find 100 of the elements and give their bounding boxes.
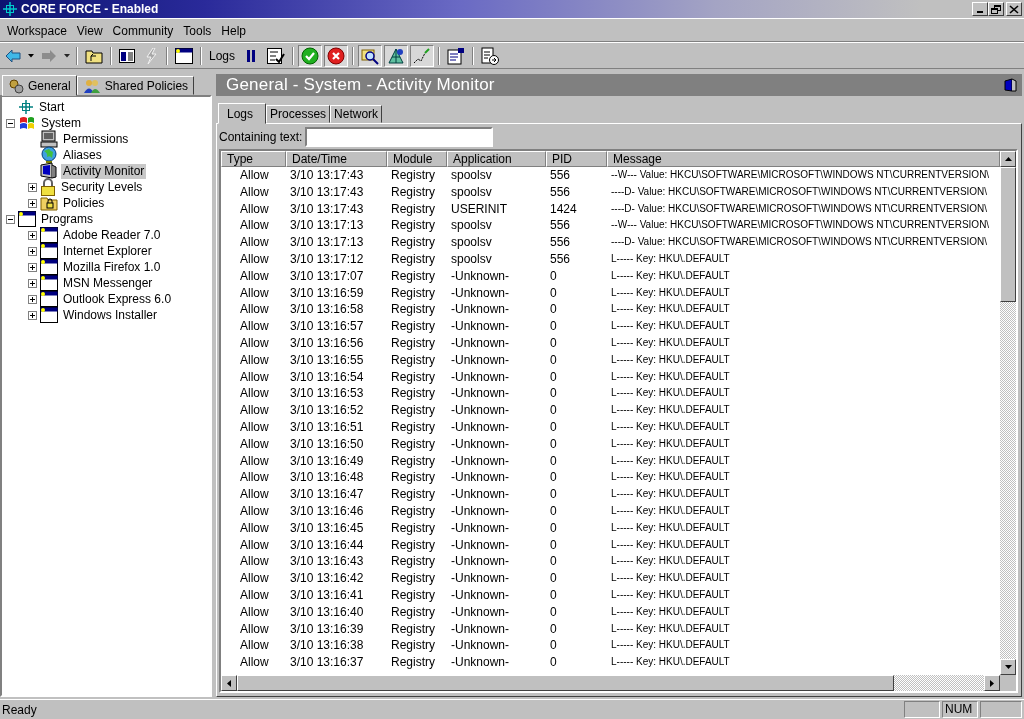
tree-item[interactable]: Activity Monitor — [61, 163, 147, 179]
column-header[interactable]: PID — [546, 151, 607, 167]
tree-item[interactable]: Mozilla Firefox 1.0 — [61, 259, 163, 275]
table-cell-text: Allow — [239, 351, 270, 369]
table-cell-text: 0 — [549, 603, 558, 621]
plus-icon — [29, 295, 36, 303]
scroll-left-button[interactable] — [221, 675, 237, 691]
check-icon — [301, 46, 320, 65]
window-icon — [18, 211, 36, 227]
menu-item[interactable]: Tools — [178, 24, 217, 38]
collapse-toggle[interactable] — [6, 214, 15, 224]
table-cell-text: Registry — [390, 318, 436, 335]
expand-toggle[interactable] — [28, 246, 37, 256]
column-header[interactable]: Date/Time — [286, 151, 387, 167]
table-cell-text: 3/10 13:17:13 — [289, 234, 365, 251]
sidebar-tab[interactable]: Shared Policies — [76, 76, 195, 95]
table-cell-text: L----- Key: HKU\.DEFAULT — [610, 520, 731, 535]
window-title: CORE FORCE - Enabled — [21, 2, 160, 16]
table-cell-text: Allow — [239, 234, 270, 251]
table-cell-text: Registry — [390, 620, 436, 638]
globe-icon — [40, 146, 58, 164]
table-cell-text: Registry — [390, 301, 436, 319]
sidebar-tab[interactable]: General — [2, 75, 77, 96]
menu-item[interactable]: View — [71, 24, 108, 38]
table-cell-text: 3/10 13:17:43 — [289, 167, 365, 184]
column-header[interactable]: Type — [221, 151, 286, 167]
expand-toggle[interactable] — [28, 278, 37, 288]
column-header[interactable]: Application — [447, 151, 546, 167]
expand-toggle[interactable] — [28, 182, 37, 192]
scroll-thumb[interactable] — [1000, 167, 1016, 302]
table-cell-text: Registry — [390, 570, 436, 587]
scroll-right-button[interactable] — [984, 675, 1000, 691]
tree-item[interactable]: Aliases — [61, 147, 104, 163]
table-cell-text: -Unknown- — [450, 536, 511, 554]
table-cell-text: Allow — [239, 217, 270, 235]
pause-icon — [246, 48, 257, 63]
network-button[interactable] — [384, 44, 409, 67]
tree-item[interactable]: System — [39, 115, 83, 131]
tree-item[interactable]: Security Levels — [59, 179, 145, 195]
menu-item[interactable]: Workspace — [2, 24, 72, 38]
restore-button[interactable] — [988, 2, 1004, 16]
table-cell-text: 3/10 13:16:46 — [289, 502, 365, 520]
tab[interactable]: Network — [330, 105, 383, 123]
down-arrow-icon — [1004, 665, 1012, 669]
tab[interactable]: Logs — [218, 103, 267, 124]
tree-item[interactable]: Programs — [39, 211, 95, 227]
table-cell-text: 556 — [549, 217, 572, 235]
table-cell-text: Allow — [239, 519, 270, 537]
column-header[interactable]: Message — [607, 151, 1000, 167]
column-header[interactable]: Module — [387, 151, 447, 167]
expand-toggle[interactable] — [28, 294, 37, 304]
magnifier-button[interactable] — [358, 44, 383, 67]
table-cell-text: Registry — [390, 469, 436, 487]
table-cell-text: 3/10 13:16:54 — [289, 368, 365, 386]
graph-icon — [413, 46, 432, 65]
expand-toggle[interactable] — [28, 230, 37, 240]
scroll-down-button[interactable] — [1000, 659, 1016, 675]
table-cell-text: Allow — [239, 167, 270, 184]
tree-item[interactable]: Windows Installer — [61, 307, 160, 323]
cross-button[interactable] — [324, 44, 349, 67]
back-arrow-icon — [5, 48, 21, 63]
minimize-button[interactable] — [972, 2, 988, 16]
table-cell-text: Allow — [239, 385, 270, 403]
table-cell-text: -Unknown- — [450, 351, 511, 369]
expand-toggle[interactable] — [28, 198, 37, 208]
tab[interactable]: Processes — [266, 105, 331, 123]
tree-item[interactable]: Outlook Express 6.0 — [61, 291, 174, 307]
table-cell-text: 3/10 13:16:58 — [289, 301, 365, 319]
window-icon — [175, 47, 193, 64]
vertical-scrollbar[interactable] — [1000, 151, 1016, 691]
scroll-thumb[interactable] — [237, 675, 894, 691]
tree-item[interactable]: MSN Messenger — [61, 275, 155, 291]
table-cell-text: 3/10 13:16:50 — [289, 435, 365, 453]
table-cell-text: 556 — [549, 251, 572, 268]
table-cell-text: Registry — [390, 603, 436, 621]
flag-icon — [18, 115, 36, 131]
tree-item[interactable]: Policies — [61, 195, 107, 211]
filter-field[interactable] — [305, 127, 494, 147]
scroll-up-button[interactable] — [1000, 151, 1016, 167]
close-button[interactable] — [1006, 2, 1022, 16]
table-cell-text: 0 — [549, 267, 558, 285]
horizontal-scrollbar[interactable] — [221, 675, 1000, 691]
table-cell-text: -Unknown- — [450, 620, 511, 638]
menu-item[interactable]: Help — [216, 24, 251, 38]
tree-item[interactable]: Permissions — [61, 131, 131, 147]
expand-toggle[interactable] — [28, 310, 37, 320]
table-cell-text: L----- Key: HKU\.DEFAULT — [610, 554, 731, 569]
graph-button[interactable] — [410, 44, 435, 67]
menu-item[interactable]: Community — [107, 24, 179, 38]
collapse-toggle[interactable] — [6, 118, 15, 128]
status-panel — [980, 701, 1022, 718]
expand-toggle[interactable] — [28, 262, 37, 272]
table-cell-text: Allow — [239, 284, 270, 302]
tree-item[interactable]: Adobe Reader 7.0 — [61, 227, 163, 243]
table-cell-text: -Unknown- — [450, 586, 511, 604]
check-button[interactable] — [298, 44, 323, 67]
table-cell-text: Allow — [239, 486, 270, 503]
tree-item[interactable]: Internet Explorer — [61, 243, 154, 259]
tree-item[interactable]: Start — [37, 99, 67, 115]
table-cell-text: 0 — [549, 318, 558, 335]
